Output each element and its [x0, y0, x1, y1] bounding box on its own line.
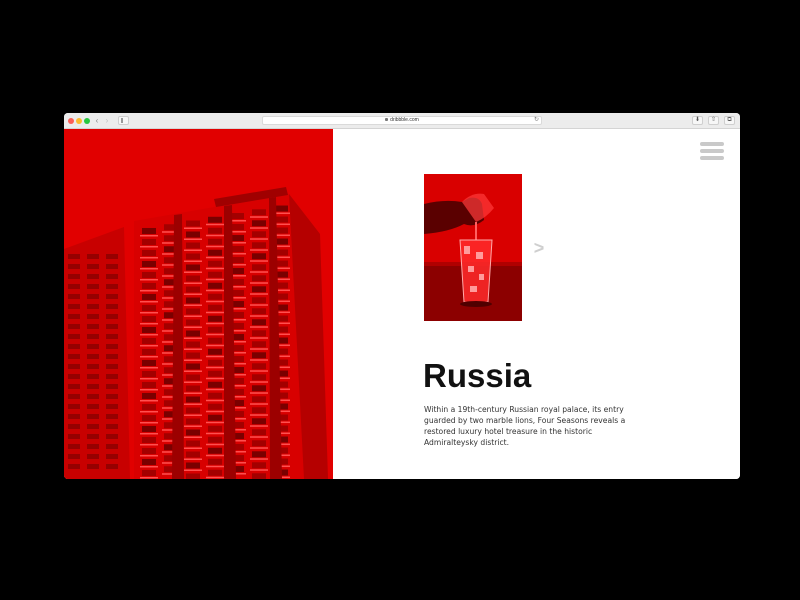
reload-button[interactable]: ↻ [534, 117, 539, 124]
next-arrow-button[interactable]: > [532, 238, 546, 258]
page-title: Russia [423, 357, 532, 394]
share-button[interactable]: ⇧ [708, 116, 719, 125]
hero-building-image [64, 129, 333, 479]
building-illustration [64, 129, 333, 479]
browser-toolbar: ‹ › dribbble.com ↻ ⬇ ⇧ ⧉ [64, 113, 740, 129]
address-bar[interactable]: dribbble.com ↻ [262, 116, 542, 125]
browser-window: ‹ › dribbble.com ↻ ⬇ ⇧ ⧉ > Russia Within… [64, 113, 740, 479]
back-button[interactable]: ‹ [93, 116, 101, 125]
minimize-traffic-light-icon[interactable] [76, 118, 82, 124]
pouring-glass-photo[interactable] [424, 174, 522, 321]
page-description: Within a 19th-century Russian royal pala… [424, 405, 626, 447]
zoom-traffic-light-icon[interactable] [84, 118, 90, 124]
photo-illustration [424, 174, 522, 321]
lock-icon [385, 118, 389, 121]
address-bar-text: dribbble.com [263, 117, 541, 124]
hamburger-menu-icon[interactable] [700, 142, 724, 161]
forward-button[interactable]: › [103, 116, 111, 125]
url-text: dribbble.com [390, 117, 419, 123]
tab-overview-button[interactable]: ⧉ [724, 116, 735, 125]
close-traffic-light-icon[interactable] [68, 118, 74, 124]
downloads-button[interactable]: ⬇ [692, 116, 703, 125]
sidebar-toggle-icon[interactable] [118, 116, 129, 125]
web-page: > Russia Within a 19th-century Russian r… [64, 129, 740, 479]
